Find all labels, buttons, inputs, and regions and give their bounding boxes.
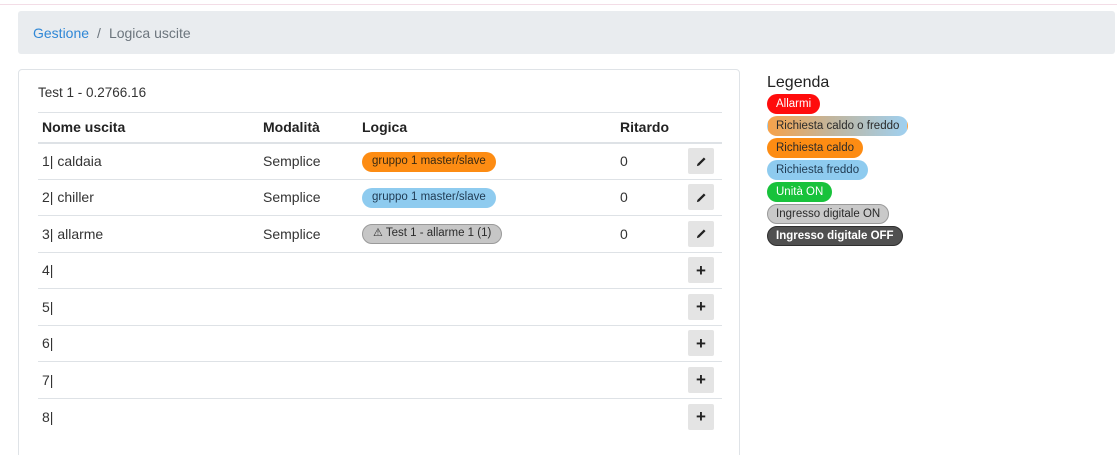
output-name: 3| allarme bbox=[38, 215, 259, 252]
logic-badge[interactable]: gruppo 1 master/slave bbox=[362, 187, 496, 208]
output-mode bbox=[259, 288, 358, 325]
warning-icon: ⚠ bbox=[373, 227, 383, 240]
legend-item-ingresso-digitale-off: Ingresso digitale OFF bbox=[767, 226, 903, 246]
table-row: 4| + bbox=[38, 251, 722, 289]
edit-button[interactable] bbox=[688, 184, 714, 211]
output-logic-cell bbox=[358, 288, 616, 325]
output-mode: Semplice bbox=[259, 215, 358, 252]
pencil-icon bbox=[696, 193, 706, 202]
output-name: 5| bbox=[38, 288, 259, 325]
output-name: 8| bbox=[38, 397, 259, 435]
output-logic-cell bbox=[358, 251, 616, 289]
legend-item-richiesta-caldo: Richiesta caldo bbox=[767, 138, 863, 158]
breadcrumb: Gestione / Logica uscite bbox=[18, 11, 1115, 54]
output-delay: 0 bbox=[616, 178, 684, 216]
table-header-row: Nome uscita Modalità Logica Ritardo bbox=[38, 112, 722, 144]
table-row: 6| + bbox=[38, 324, 722, 362]
output-name: 6| bbox=[38, 324, 259, 362]
output-logic-cell: gruppo 1 master/slave bbox=[358, 142, 616, 179]
breadcrumb-current: Logica uscite bbox=[108, 24, 191, 41]
edit-button[interactable] bbox=[688, 148, 714, 174]
breadcrumb-separator: / bbox=[97, 24, 101, 41]
card-title: Test 1 - 0.2766.16 bbox=[38, 85, 147, 100]
output-delay: 0 bbox=[616, 215, 684, 252]
pencil-icon bbox=[696, 156, 706, 166]
legend-item-richiesta-freddo: Richiesta freddo bbox=[767, 160, 869, 180]
add-button[interactable]: + bbox=[688, 366, 714, 393]
output-mode: Semplice bbox=[259, 142, 358, 179]
output-mode: Semplice bbox=[259, 178, 358, 216]
action-cell: + bbox=[684, 251, 722, 289]
output-delay bbox=[616, 361, 684, 398]
outputs-table: Nome uscita Modalità Logica Ritardo 1| c… bbox=[38, 112, 722, 435]
add-button[interactable]: + bbox=[688, 403, 714, 430]
logic-badge-label: Test 1 - allarme 1 (1) bbox=[385, 227, 492, 240]
table-row: 5| + bbox=[38, 288, 722, 325]
legend-item-ingresso-digitale-on: Ingresso digitale ON bbox=[767, 204, 890, 224]
action-cell: + bbox=[684, 361, 722, 398]
header-nome-uscita: Nome uscita bbox=[38, 112, 259, 144]
action-cell bbox=[684, 142, 722, 179]
table-row: 8| + bbox=[38, 397, 722, 435]
action-cell bbox=[684, 215, 722, 252]
output-logic-cell bbox=[358, 397, 616, 435]
output-delay bbox=[616, 288, 684, 325]
table-row: 1| caldaia Semplice gruppo 1 master/slav… bbox=[38, 142, 722, 179]
output-name: 1| caldaia bbox=[38, 142, 259, 179]
output-logic-cell bbox=[358, 361, 616, 398]
output-name: 2| chiller bbox=[38, 178, 259, 216]
output-delay bbox=[616, 397, 684, 435]
add-button[interactable]: + bbox=[688, 330, 714, 357]
action-cell: + bbox=[684, 397, 722, 435]
header-logica: Logica bbox=[358, 112, 616, 144]
header-modalita: Modalità bbox=[259, 112, 358, 144]
output-delay: 0 bbox=[616, 142, 684, 179]
top-divider bbox=[0, 4, 1117, 5]
output-mode bbox=[259, 397, 358, 435]
output-logic-cell: ⚠ Test 1 - allarme 1 (1) bbox=[358, 215, 616, 252]
action-cell bbox=[684, 178, 722, 216]
add-button[interactable]: + bbox=[688, 257, 714, 284]
outputs-card: Test 1 - 0.2766.16 Nome uscita Modalità … bbox=[18, 69, 740, 455]
header-actions bbox=[684, 112, 722, 144]
breadcrumb-link-gestione[interactable]: Gestione bbox=[33, 25, 89, 41]
legend-item-allarmi: Allarmi bbox=[767, 94, 821, 114]
edit-button[interactable] bbox=[688, 220, 714, 247]
legend: Legenda Allarmi Richiesta caldo o freddo… bbox=[767, 74, 967, 248]
pencil-icon bbox=[696, 229, 706, 239]
legend-title: Legenda bbox=[767, 74, 830, 91]
output-name: 7| bbox=[38, 361, 259, 398]
output-mode bbox=[259, 251, 358, 289]
legend-item-richiesta-caldo-o-freddo: Richiesta caldo o freddo bbox=[767, 116, 909, 136]
action-cell: + bbox=[684, 288, 722, 325]
output-delay bbox=[616, 251, 684, 289]
output-logic-cell bbox=[358, 324, 616, 362]
logic-badge[interactable]: ⚠ Test 1 - allarme 1 (1) bbox=[362, 224, 503, 245]
output-name: 4| bbox=[38, 251, 259, 289]
table-row: 3| allarme Semplice ⚠ Test 1 - allarme 1 … bbox=[38, 215, 722, 252]
output-mode bbox=[259, 361, 358, 398]
legend-item-unita-on: Unità ON bbox=[767, 182, 833, 202]
output-delay bbox=[616, 324, 684, 362]
table-row: 7| + bbox=[38, 361, 722, 398]
action-cell: + bbox=[684, 324, 722, 362]
table-row: 2| chiller Semplice gruppo 1 master/slav… bbox=[38, 178, 722, 216]
output-logic-cell: gruppo 1 master/slave bbox=[358, 178, 616, 216]
add-button[interactable]: + bbox=[688, 293, 714, 320]
header-ritardo: Ritardo bbox=[616, 112, 684, 144]
logic-badge[interactable]: gruppo 1 master/slave bbox=[362, 151, 496, 172]
output-mode bbox=[259, 324, 358, 362]
